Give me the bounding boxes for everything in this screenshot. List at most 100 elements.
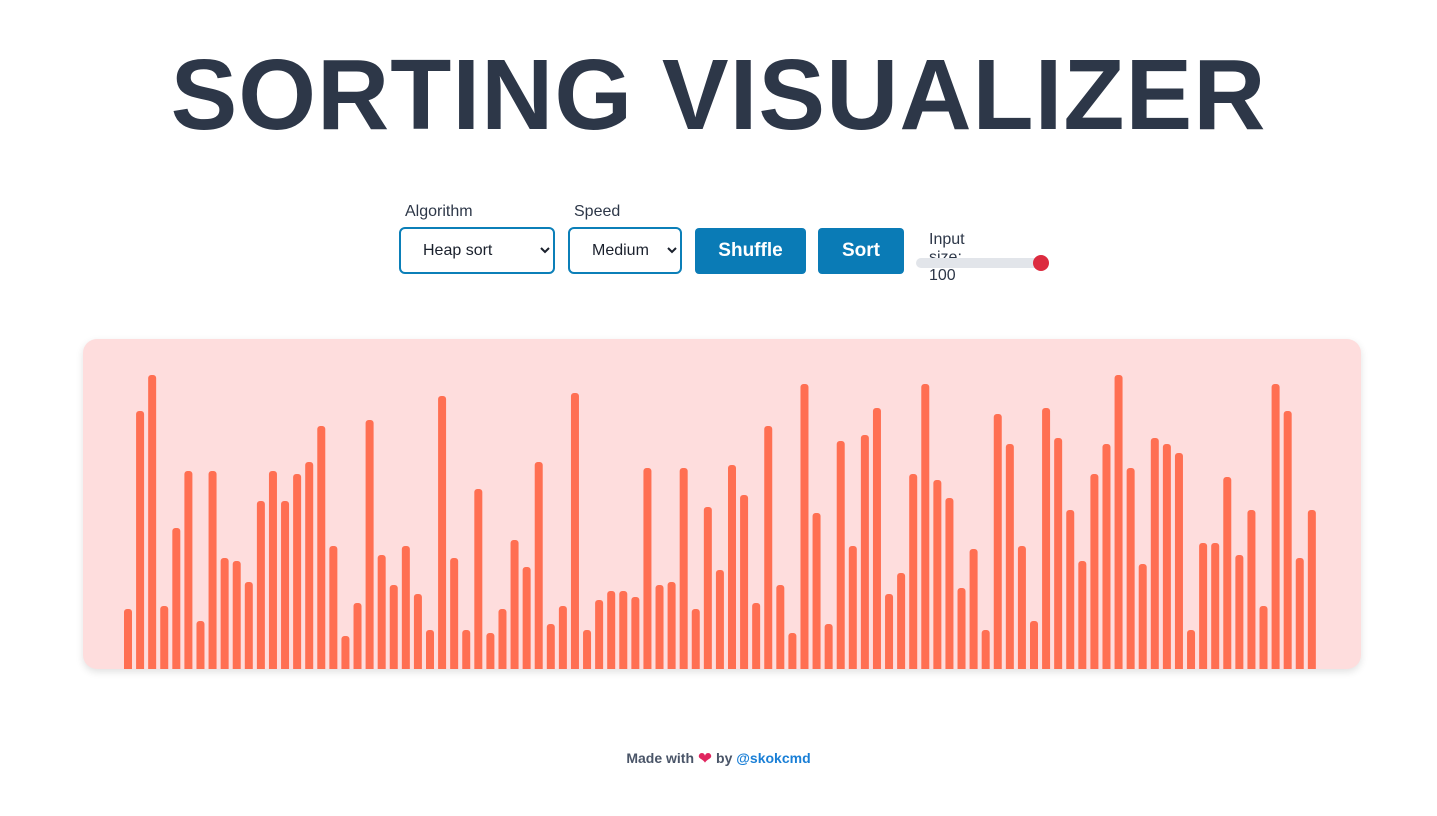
bar (377, 555, 386, 669)
bar (558, 606, 567, 669)
bar (1078, 561, 1087, 669)
bar (1102, 444, 1111, 669)
bar (1054, 438, 1063, 669)
bar (498, 609, 507, 669)
speed-label: Speed (574, 203, 621, 220)
bar (413, 594, 422, 669)
visualizer-panel (83, 339, 1361, 669)
bar (691, 609, 700, 669)
bar (655, 585, 664, 669)
bar (172, 528, 181, 669)
shuffle-button[interactable]: Shuffle (695, 228, 806, 274)
bar (438, 396, 447, 669)
bar (1307, 510, 1316, 669)
footer-by: by (716, 750, 733, 766)
bar (1066, 510, 1075, 669)
input-size-slider[interactable] (916, 255, 1049, 271)
bar (885, 594, 894, 669)
bar (232, 561, 241, 669)
bar (124, 609, 132, 669)
bar (534, 462, 543, 669)
bar (1150, 438, 1159, 669)
author-link[interactable]: @skokcmd (736, 750, 810, 766)
bars-chart (124, 375, 1316, 669)
bar (1187, 630, 1196, 669)
algorithm-select[interactable]: Heap sort (399, 227, 555, 274)
bar (981, 630, 990, 669)
bar (848, 546, 857, 669)
bar (353, 603, 362, 669)
bar (728, 465, 736, 669)
bar (703, 507, 712, 669)
bar (1235, 555, 1244, 669)
bar (619, 591, 628, 669)
bar (510, 540, 519, 669)
bar (1259, 606, 1268, 669)
bar (631, 597, 640, 669)
bar (268, 471, 277, 669)
bar (244, 582, 253, 669)
bar (208, 471, 217, 669)
bar (595, 600, 604, 669)
bar (389, 585, 398, 669)
bar (148, 375, 157, 669)
bar (679, 468, 688, 669)
bar (1223, 477, 1232, 669)
bar (184, 471, 193, 669)
bar (957, 588, 966, 669)
bar (546, 624, 555, 669)
bar (667, 582, 676, 669)
bar (293, 474, 302, 669)
bar (969, 549, 978, 669)
bar (836, 441, 845, 669)
bar (1005, 444, 1014, 669)
bar (1271, 384, 1280, 669)
bar (256, 501, 265, 669)
footer: Made with ❤ by @skokcmd (0, 748, 1437, 768)
bar (365, 420, 374, 669)
footer-made-with: Made with (626, 750, 695, 766)
bar (897, 573, 906, 669)
bar (800, 384, 809, 669)
bar (522, 567, 531, 669)
bar (1211, 543, 1220, 669)
bar (1295, 558, 1304, 669)
heart-icon: ❤ (697, 749, 713, 768)
bar (1090, 474, 1099, 669)
bar (643, 468, 652, 669)
bar (607, 591, 616, 669)
bar (220, 558, 229, 669)
bar (1247, 510, 1256, 669)
bar (824, 624, 833, 669)
bar (764, 426, 773, 669)
bar (860, 435, 869, 669)
bar (450, 558, 459, 669)
bar (570, 393, 579, 669)
bar (1126, 468, 1135, 669)
page-title: SORTING VISUALIZER (170, 39, 1267, 151)
bar (1138, 564, 1147, 669)
bar (752, 603, 761, 669)
bar (933, 480, 942, 669)
algorithm-label: Algorithm (405, 203, 473, 220)
input-size-slider-thumb[interactable] (1033, 255, 1049, 271)
speed-select[interactable]: Medium (568, 227, 682, 274)
bar (426, 630, 434, 669)
bar (341, 636, 350, 669)
sort-button[interactable]: Sort (818, 228, 904, 274)
bar (1017, 546, 1026, 669)
bar (196, 621, 205, 669)
bar (401, 546, 410, 669)
bar (993, 414, 1002, 669)
bar (281, 501, 290, 669)
bar (740, 495, 749, 669)
bar (136, 411, 145, 669)
bar (486, 633, 495, 669)
bar (788, 633, 797, 669)
bar (329, 546, 338, 669)
bar (776, 585, 785, 669)
bar (872, 408, 881, 669)
bar (1030, 621, 1038, 669)
bar (583, 630, 592, 669)
bar (715, 570, 724, 669)
